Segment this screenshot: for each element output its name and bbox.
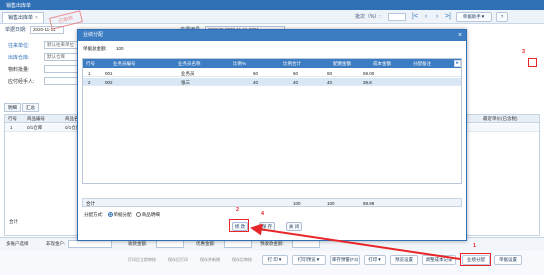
tab-summary[interactable]: 汇总 bbox=[22, 103, 39, 112]
allocation-table: 行号 业务员编号 业务员名称 比例% 比例合计 配赠金额 成本金额 分配备注 ▸… bbox=[82, 58, 462, 184]
sum-label: 合计 bbox=[86, 201, 95, 206]
detail-sum-label: 合计 bbox=[9, 219, 18, 224]
ratio[interactable]: 60 bbox=[253, 71, 258, 76]
table-row[interactable]: 1 001 业务员 60 60 60 59.00 bbox=[83, 69, 461, 77]
stock-check-button[interactable]: 库存预警(F3) bbox=[330, 255, 360, 265]
received-input[interactable] bbox=[156, 240, 184, 248]
annotation-number: 3 bbox=[522, 49, 526, 55]
print-preview-button[interactable]: 打印预览▼ bbox=[292, 255, 326, 265]
salesman-code: 002 bbox=[105, 79, 113, 85]
dialog-title: 业绩分配 bbox=[83, 32, 104, 38]
column-header: 配赠金额 bbox=[333, 61, 351, 66]
checkbox-save-print[interactable]: 保存后打印 bbox=[168, 257, 188, 263]
document-settings-button[interactable]: 单据设置 bbox=[494, 255, 522, 265]
received-label: 收款金额: bbox=[128, 241, 148, 246]
table-cell: 0/1仓库 bbox=[27, 125, 43, 130]
row-no: 1 bbox=[88, 70, 91, 76]
salesman-code: 001 bbox=[105, 70, 113, 76]
gift-amount: 40 bbox=[327, 79, 333, 85]
doc-date-label: 单据日期: bbox=[5, 27, 27, 33]
radio-label: 单据分配 bbox=[113, 212, 132, 217]
column-header: 成本金额 bbox=[373, 61, 391, 66]
close-icon[interactable]: × bbox=[458, 30, 462, 41]
chevron-left-icon[interactable]: ‹ bbox=[421, 12, 431, 21]
total-amount-label: 单据总金额: bbox=[83, 46, 107, 51]
checkbox-save-audit[interactable]: 保存后审核 bbox=[232, 257, 252, 263]
checkbox-save-new[interactable]: 保存并新增 bbox=[200, 257, 220, 263]
cost-amount: 39.8 bbox=[363, 79, 372, 85]
close-icon[interactable]: × bbox=[35, 15, 38, 21]
allocation-table-header: 行号 业务员编号 业务员名称 比例% 比例合计 配赠金额 成本金额 分配备注 ▸ bbox=[83, 59, 461, 68]
row-no: 2 bbox=[88, 79, 91, 85]
tab-sales-outbound[interactable]: 销售出库单 × bbox=[2, 12, 44, 23]
prepay-input[interactable] bbox=[292, 240, 320, 248]
method-label: 分配方式: bbox=[84, 212, 104, 217]
first-page-icon[interactable]: |< bbox=[410, 12, 420, 21]
total-amount-value: 100 bbox=[116, 46, 124, 51]
column-header: 最近单价(已含税) bbox=[483, 116, 518, 121]
column-header: 比例% bbox=[233, 61, 247, 66]
annotation-number: 4 bbox=[261, 211, 265, 217]
column-header: 行号 bbox=[8, 116, 17, 121]
column-header: 商品编号 bbox=[27, 116, 45, 121]
cost-amount: 59.00 bbox=[363, 70, 375, 76]
tab-label: 销售出库单 bbox=[8, 15, 34, 21]
window-titlebar: 销售出库单 bbox=[0, 0, 544, 10]
save-button[interactable]: 保 存 bbox=[259, 222, 275, 231]
multi-account-label[interactable]: 多账户选择 bbox=[6, 241, 29, 247]
close-button[interactable]: 关 闭 bbox=[286, 222, 302, 231]
page-label: 批次（%）: bbox=[355, 14, 381, 20]
dialog-titlebar: 业绩分配 × bbox=[78, 30, 466, 41]
column-header: 分配备注 bbox=[413, 61, 431, 66]
window-title: 销售出库单 bbox=[6, 3, 32, 9]
table-cell: 1 bbox=[10, 125, 13, 130]
batch-label: 物料批量: bbox=[8, 67, 30, 73]
column-header: 业务员编号 bbox=[113, 61, 136, 66]
column-settings-button[interactable]: ▸ bbox=[454, 60, 461, 67]
chevron-right-icon[interactable]: › bbox=[432, 12, 442, 21]
help-button[interactable]: ? bbox=[496, 12, 508, 22]
annotation-box-3 bbox=[528, 58, 537, 67]
sum-cost: 98.99 bbox=[363, 201, 375, 206]
print-button[interactable]: 打 印▼ bbox=[262, 255, 288, 265]
annotation-number: 2 bbox=[236, 207, 240, 213]
performance-split-dialog: 业绩分配 × 单据总金额: 100 行号 业务员编号 业务员名称 比例% 比例合… bbox=[77, 29, 467, 241]
handler-label: 应付经手人: bbox=[8, 79, 35, 85]
discount-label: 优惠金额: bbox=[196, 241, 216, 246]
radio-by-item[interactable] bbox=[135, 212, 141, 218]
noncash-label: 非现金户: bbox=[46, 241, 66, 246]
column-header: 业务员名称 bbox=[178, 61, 201, 66]
salesman-name: 业务员 bbox=[181, 70, 195, 76]
annotation-box-2 bbox=[229, 219, 249, 232]
document-assistant-button[interactable]: 单据助手▼ bbox=[456, 12, 492, 22]
gift-amount: 60 bbox=[327, 70, 333, 76]
prepay-label: 预收款金额: bbox=[260, 241, 284, 246]
sum-ratio: 100 bbox=[293, 201, 301, 206]
print-set-button[interactable]: 打印▼ bbox=[364, 255, 386, 265]
sum-gift: 100 bbox=[327, 201, 335, 206]
ratio[interactable]: 40 bbox=[253, 80, 258, 85]
annotation-number: 1 bbox=[473, 243, 477, 249]
adjust-cost-button[interactable]: 调整成本记录 bbox=[422, 255, 456, 265]
salesman-name: 张三 bbox=[181, 79, 190, 85]
discount-input[interactable] bbox=[224, 240, 252, 248]
allocation-sum-row: 合计 100 100 98.99 bbox=[82, 198, 462, 207]
ratio-total: 60 bbox=[293, 70, 299, 76]
customer-label: 往来单位: bbox=[8, 43, 30, 49]
noncash-input[interactable] bbox=[68, 240, 112, 248]
table-row[interactable]: 2 002 张三 40 40 40 39.8 bbox=[83, 78, 461, 86]
annotation-box-1 bbox=[460, 253, 491, 266]
ratio-total: 40 bbox=[293, 79, 299, 85]
preview-settings-button[interactable]: 预览设置 bbox=[390, 255, 418, 265]
checkbox-print-audit[interactable]: 打印后立即审核 bbox=[128, 257, 156, 263]
column-header: 行号 bbox=[86, 61, 95, 66]
tab-detail[interactable]: 明细 bbox=[4, 103, 21, 112]
column-header: 比例合计 bbox=[283, 61, 301, 66]
last-page-icon[interactable]: >| bbox=[443, 12, 453, 21]
allocation-method: 分配方式: 单据分配 商品明细 bbox=[84, 212, 160, 218]
warehouse-label: 出库仓库: bbox=[8, 55, 30, 61]
radio-label: 商品明细 bbox=[141, 212, 160, 217]
page-input[interactable] bbox=[388, 13, 406, 21]
radio-by-document[interactable] bbox=[107, 212, 113, 218]
